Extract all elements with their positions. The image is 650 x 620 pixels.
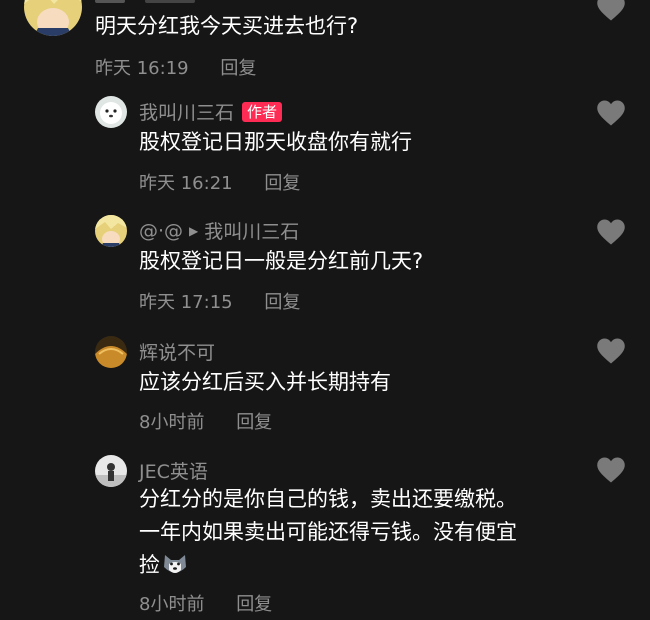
author-label: 辉说不可 — [139, 342, 216, 364]
husky-emoji — [162, 551, 188, 577]
author-badge: 作者 — [242, 101, 283, 122]
like-button[interactable] — [596, 218, 626, 246]
avatar[interactable] — [95, 455, 127, 487]
like-button[interactable] — [596, 456, 626, 484]
avatar[interactable] — [95, 96, 127, 128]
comment-text-line: 一年内如果卖出可能还得亏钱。没有便宜 — [139, 520, 517, 544]
like-button[interactable] — [596, 99, 626, 127]
comment-meta: 8小时前 回复 — [139, 590, 272, 616]
author-name[interactable]: JEC英语 — [139, 457, 208, 484]
comment-text-line: 分红分的是你自己的钱，卖出还要缴税。 — [139, 487, 517, 511]
comment-text-line: 捡 — [139, 549, 517, 582]
author-name[interactable]: 我叫川三石 作者 — [139, 98, 283, 125]
author-name-truncated — [95, 0, 205, 4]
comment-text: 应该分红后买入并长期持有 — [139, 370, 391, 394]
comment-text: 股权登记日一般是分红前几天? — [139, 249, 424, 273]
author-name[interactable]: @·@ ▶ 我叫川三石 — [139, 217, 299, 244]
heart-icon — [597, 457, 625, 483]
author-label: JEC英语 — [139, 461, 208, 483]
reply-button[interactable]: 回复 — [236, 412, 272, 433]
author-label: @·@ — [139, 219, 184, 242]
author-label: 我叫川三石 — [139, 102, 235, 124]
comment-time: 昨天 16:19 — [95, 58, 189, 79]
heart-icon — [597, 100, 625, 126]
reply-button[interactable]: 回复 — [220, 58, 256, 79]
comment-text: 分红分的是你自己的钱，卖出还要缴税。 一年内如果卖出可能还得亏钱。没有便宜 捡 — [139, 483, 517, 582]
comment-meta: 8小时前 回复 — [139, 408, 272, 434]
reply-button[interactable]: 回复 — [236, 594, 272, 615]
play-arrow-icon: ▶ — [189, 223, 199, 238]
avatar[interactable] — [24, 0, 82, 36]
like-button[interactable] — [596, 337, 626, 365]
comment-meta: 昨天 16:19 回复 — [95, 54, 256, 80]
reply-button[interactable]: 回复 — [264, 173, 300, 194]
comment-time: 8小时前 — [139, 412, 205, 433]
comment-meta: 昨天 16:21 回复 — [139, 169, 300, 195]
comment-meta: 昨天 17:15 回复 — [139, 288, 300, 314]
like-button[interactable] — [596, 0, 626, 22]
reply-to-name: 我叫川三石 — [204, 221, 300, 243]
reply-button[interactable]: 回复 — [264, 292, 300, 313]
comment-text: 明天分红我今天买进去也行? — [95, 14, 359, 38]
avatar[interactable] — [95, 215, 127, 247]
author-name[interactable]: 辉说不可 — [139, 338, 215, 365]
comment-time: 昨天 17:15 — [139, 292, 233, 313]
comment-text: 股权登记日那天收盘你有就行 — [139, 130, 412, 154]
avatar[interactable] — [95, 336, 127, 368]
heart-icon — [597, 0, 625, 21]
comment-text-fragment: 捡 — [139, 553, 160, 577]
comment-time: 昨天 16:21 — [139, 173, 233, 194]
heart-icon — [597, 338, 625, 364]
comment-time: 8小时前 — [139, 594, 205, 615]
heart-icon — [597, 219, 625, 245]
